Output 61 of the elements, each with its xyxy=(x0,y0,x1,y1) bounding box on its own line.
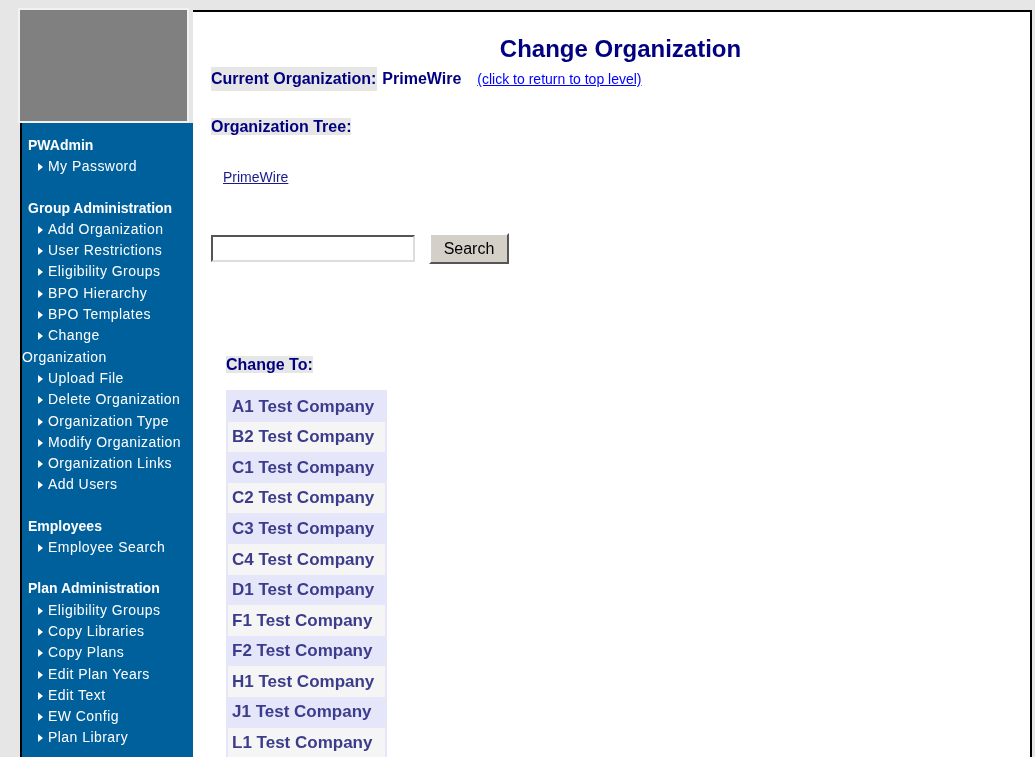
sidebar-link[interactable]: Organization Links xyxy=(22,453,187,475)
sidebar-heading: PWAdmin xyxy=(28,136,94,155)
triangle-icon xyxy=(38,289,43,298)
change-to-label: Change To: xyxy=(226,356,313,373)
sidebar-link[interactable]: Modify Organization xyxy=(22,431,187,454)
sidebar-heading: Employees xyxy=(28,516,102,536)
sidebar-link[interactable]: Plan Library xyxy=(22,727,187,749)
triangle-icon xyxy=(38,481,43,490)
sidebar-link[interactable]: Eligibility Groups xyxy=(22,599,187,621)
triangle-icon xyxy=(38,396,43,405)
triangle-icon xyxy=(38,225,43,234)
sidebar-link[interactable]: User Restrictions xyxy=(22,240,187,262)
sidebar-link[interactable]: BPO Hierarchy xyxy=(22,282,187,305)
triangle-icon xyxy=(38,332,43,341)
sidebar-link[interactable]: Copy Libraries xyxy=(22,620,187,643)
tree-link[interactable]: PrimeWire xyxy=(223,169,289,185)
company-row[interactable]: C4 Test Company xyxy=(228,543,385,575)
triangle-icon xyxy=(38,734,43,743)
sidebar-link[interactable]: Organization Type xyxy=(22,410,187,432)
page-title: Change Organization xyxy=(498,34,743,64)
triangle-icon xyxy=(38,691,43,700)
sidebar-link[interactable]: Edit Text xyxy=(22,684,187,707)
triangle-icon xyxy=(38,417,43,426)
company-row[interactable]: C2 Test Company xyxy=(228,482,385,514)
triangle-icon xyxy=(38,268,43,277)
search-field[interactable] xyxy=(211,235,415,262)
sidebar-link[interactable]: Change Organization xyxy=(22,325,187,368)
sidebar-link[interactable]: Employee Search xyxy=(22,537,187,559)
triangle-icon xyxy=(38,544,43,553)
sidebar-link[interactable]: Upload File xyxy=(22,367,187,390)
sidebar-link[interactable]: EW Config xyxy=(22,706,187,728)
sidebar-link[interactable]: Add Users xyxy=(22,474,187,496)
current-organization-value: PrimeWire xyxy=(382,69,462,89)
company-row[interactable]: F1 Test Company xyxy=(228,605,385,636)
sidebar-heading: Group Administration xyxy=(28,198,173,218)
sidebar-link[interactable]: Add Organization xyxy=(22,218,187,241)
triangle-icon xyxy=(38,460,43,469)
sidebar-heading: Plan Administration xyxy=(28,579,160,599)
sidebar-link[interactable]: Edit Plan Years xyxy=(22,663,187,685)
triangle-icon xyxy=(38,713,43,722)
sidebar-link[interactable]: Copy Plans xyxy=(22,642,187,664)
triangle-icon xyxy=(38,606,43,615)
triangle-icon xyxy=(38,438,43,447)
sidebar-link[interactable]: BPO Templates xyxy=(22,304,187,326)
current-organization-label: Current Organization: xyxy=(211,67,378,91)
triangle-icon xyxy=(38,649,43,658)
company-row[interactable]: B2 Test Company xyxy=(228,421,385,453)
sidebar-link[interactable]: Delete Organization xyxy=(22,389,187,411)
sidebar-link[interactable]: My Password xyxy=(22,156,187,178)
triangle-icon xyxy=(38,163,43,172)
search-button[interactable]: Search xyxy=(429,233,509,264)
triangle-icon xyxy=(38,627,43,636)
triangle-icon xyxy=(38,311,43,320)
sidebar-link[interactable]: Eligibility Groups xyxy=(22,261,187,283)
organization-tree-label: Organization Tree: xyxy=(211,118,352,135)
company-row[interactable]: L1 Test Company xyxy=(228,727,385,757)
return-link[interactable]: (click to return to top level) xyxy=(477,69,642,90)
triangle-icon xyxy=(38,374,43,383)
company-row[interactable]: H1 Test Company xyxy=(228,666,385,697)
triangle-icon xyxy=(38,247,43,256)
triangle-icon xyxy=(38,670,43,679)
